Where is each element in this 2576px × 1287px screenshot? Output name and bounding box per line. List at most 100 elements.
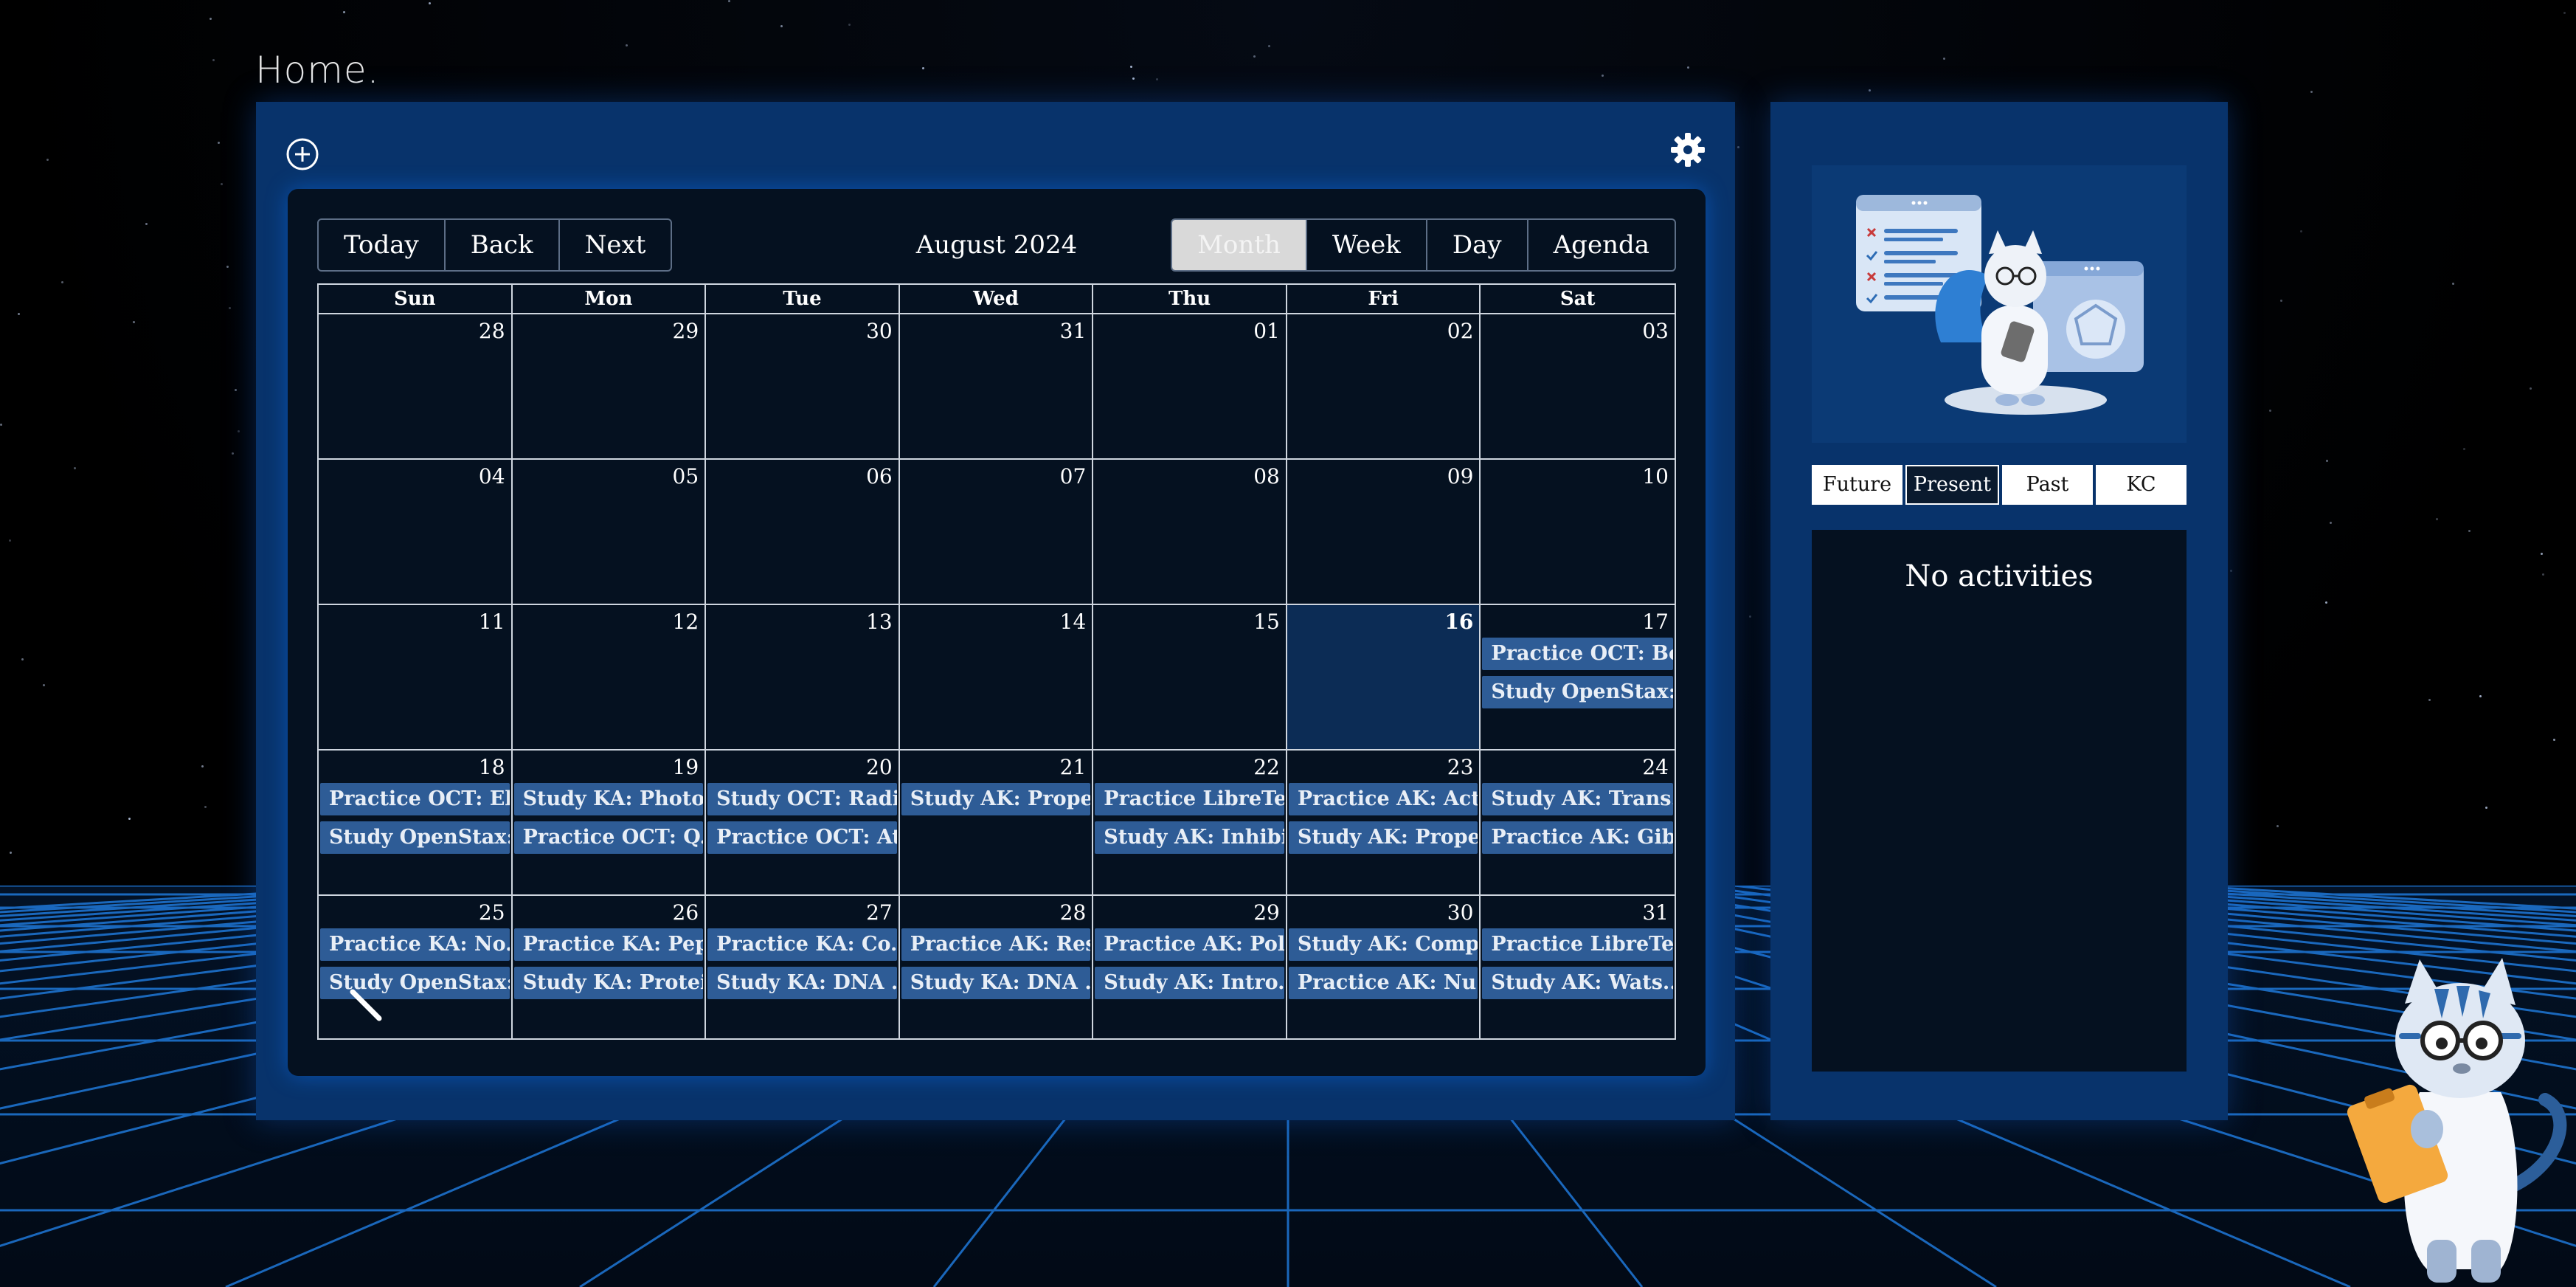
day-cell[interactable]: 29 Practice AK: Pol... Study AK: Intro... — [1093, 896, 1287, 1038]
calendar-event[interactable]: Study AK: Trans... — [1482, 783, 1673, 815]
day-number[interactable]: 07 — [1060, 464, 1087, 489]
day-number[interactable]: 15 — [1253, 610, 1280, 634]
calendar-event[interactable]: Practice OCT: At... — [707, 821, 897, 854]
day-cell[interactable]: 08 — [1093, 460, 1287, 604]
tab-present[interactable]: Present — [1905, 465, 1999, 505]
day-number[interactable]: 03 — [1642, 319, 1669, 343]
calendar-event[interactable]: Practice OCT: El... — [320, 783, 510, 815]
day-number[interactable]: 21 — [1060, 755, 1087, 779]
day-cell[interactable]: 11 — [319, 605, 513, 749]
calendar-event[interactable]: Practice LibreTe... — [1095, 783, 1284, 815]
day-cell[interactable]: 27 Practice KA: Co... Study KA: DNA ... — [706, 896, 900, 1038]
calendar-event[interactable]: Practice KA: Pep... — [513, 928, 704, 961]
day-cell[interactable]: 31 Practice LibreTe... Study AK: Wats... — [1481, 896, 1675, 1038]
day-number[interactable]: 16 — [1444, 610, 1473, 634]
calendar-event[interactable]: Practice KA: No... — [320, 928, 510, 961]
day-cell[interactable]: 01 — [1093, 314, 1287, 458]
calendar-event[interactable]: Study OCT: Radi... — [707, 783, 897, 815]
day-cell[interactable]: 10 — [1481, 460, 1675, 604]
day-number[interactable]: 02 — [1447, 319, 1474, 343]
calendar-event[interactable]: Practice OCT: Bo... — [1482, 638, 1673, 670]
day-cell[interactable]: 20 Study OCT: Radi... Practice OCT: At... — [706, 751, 900, 894]
calendar-event[interactable]: Practice AK: Act... — [1288, 783, 1478, 815]
calendar-event[interactable]: Study OpenStax:... — [320, 821, 510, 854]
day-number[interactable]: 13 — [866, 610, 893, 634]
day-cell[interactable]: 31 — [900, 314, 1094, 458]
day-cell[interactable]: 14 — [900, 605, 1094, 749]
calendar-event[interactable]: Practice LibreTe... — [1482, 928, 1673, 961]
day-number[interactable]: 25 — [479, 900, 505, 925]
day-cell[interactable]: 28 — [319, 314, 513, 458]
day-cell[interactable]: 06 — [706, 460, 900, 604]
calendar-event[interactable]: Study AK: Comp... — [1288, 928, 1478, 961]
day-number[interactable]: 10 — [1642, 464, 1669, 489]
day-number[interactable]: 31 — [1642, 900, 1669, 925]
view-week-button[interactable]: Week — [1307, 220, 1427, 270]
day-cell[interactable]: 26 Practice KA: Pep... Study KA: Protei... — [513, 896, 707, 1038]
calendar-event[interactable]: Study KA: Protei... — [513, 967, 704, 999]
day-number[interactable]: 12 — [673, 610, 699, 634]
day-cell[interactable]: 19 Study KA: Photo... Practice OCT: Q... — [513, 751, 707, 894]
day-number[interactable]: 11 — [479, 610, 505, 634]
day-number[interactable]: 04 — [479, 464, 505, 489]
day-number[interactable]: 29 — [1253, 900, 1280, 925]
calendar-event[interactable]: Study OpenStax:... — [1482, 676, 1673, 708]
calendar-event[interactable]: Practice OCT: Q... — [513, 821, 704, 854]
calendar-event[interactable]: Study AK: Prope... — [901, 783, 1091, 815]
day-cell[interactable]: 04 — [319, 460, 513, 604]
day-number[interactable]: 05 — [673, 464, 699, 489]
day-number[interactable]: 20 — [866, 755, 893, 779]
day-cell[interactable]: 02 — [1287, 314, 1481, 458]
day-number[interactable]: 18 — [479, 755, 505, 779]
calendar-event[interactable]: Practice KA: Co... — [707, 928, 897, 961]
day-cell[interactable]: 30 — [706, 314, 900, 458]
day-cell[interactable]: 09 — [1287, 460, 1481, 604]
calendar-event[interactable]: Study AK: Inhibi... — [1095, 821, 1284, 854]
day-cell[interactable]: 23 Practice AK: Act... Study AK: Prope... — [1287, 751, 1481, 894]
day-cell[interactable]: 21 Study AK: Prope... — [900, 751, 1094, 894]
day-cell[interactable]: 17 Practice OCT: Bo... Study OpenStax:... — [1481, 605, 1675, 749]
day-number[interactable]: 31 — [1060, 319, 1087, 343]
tab-kc[interactable]: KC — [2096, 465, 2187, 505]
day-cell[interactable]: 18 Practice OCT: El... Study OpenStax:... — [319, 751, 513, 894]
day-cell[interactable]: 12 — [513, 605, 707, 749]
calendar-event[interactable]: Study AK: Intro... — [1095, 967, 1284, 999]
day-cell[interactable]: 13 — [706, 605, 900, 749]
calendar-event[interactable]: Practice AK: Pol... — [1095, 928, 1284, 961]
day-number[interactable]: 28 — [1060, 900, 1087, 925]
calendar-event[interactable]: Study KA: DNA ... — [707, 967, 897, 999]
day-number[interactable]: 29 — [673, 319, 699, 343]
calendar-event[interactable]: Practice AK: Nu... — [1288, 967, 1478, 999]
calendar-event[interactable]: Study AK: Wats... — [1482, 967, 1673, 999]
day-number[interactable]: 19 — [673, 755, 699, 779]
day-cell[interactable]: 05 — [513, 460, 707, 604]
day-cell[interactable]: 03 — [1481, 314, 1675, 458]
day-number[interactable]: 01 — [1253, 319, 1280, 343]
day-cell-today[interactable]: 16 — [1287, 605, 1481, 749]
day-number[interactable]: 30 — [1447, 900, 1474, 925]
add-circle-icon[interactable] — [285, 137, 319, 171]
day-number[interactable]: 14 — [1060, 610, 1087, 634]
day-number[interactable]: 27 — [866, 900, 893, 925]
day-number[interactable]: 22 — [1253, 755, 1280, 779]
next-button[interactable]: Next — [560, 220, 671, 270]
day-cell[interactable]: 15 — [1093, 605, 1287, 749]
calendar-event[interactable]: Study KA: Photo... — [513, 783, 704, 815]
day-number[interactable]: 08 — [1253, 464, 1280, 489]
tab-past[interactable]: Past — [2002, 465, 2093, 505]
day-cell[interactable]: 24 Study AK: Trans... Practice AK: Gib... — [1481, 751, 1675, 894]
day-number[interactable]: 17 — [1642, 610, 1669, 634]
day-number[interactable]: 28 — [479, 319, 505, 343]
day-cell[interactable]: 30 Study AK: Comp... Practice AK: Nu... — [1287, 896, 1481, 1038]
day-cell[interactable]: 22 Practice LibreTe... Study AK: Inhibi... — [1093, 751, 1287, 894]
day-cell[interactable]: 29 — [513, 314, 707, 458]
day-number[interactable]: 26 — [673, 900, 699, 925]
view-month-button[interactable]: Month — [1172, 220, 1307, 270]
calendar-event[interactable]: Practice AK: Res... — [901, 928, 1091, 961]
back-button[interactable]: Back — [446, 220, 560, 270]
day-number[interactable]: 24 — [1642, 755, 1669, 779]
calendar-event[interactable]: Study AK: Prope... — [1288, 821, 1478, 854]
day-number[interactable]: 09 — [1447, 464, 1474, 489]
view-day-button[interactable]: Day — [1427, 220, 1528, 270]
today-button[interactable]: Today — [319, 220, 446, 270]
